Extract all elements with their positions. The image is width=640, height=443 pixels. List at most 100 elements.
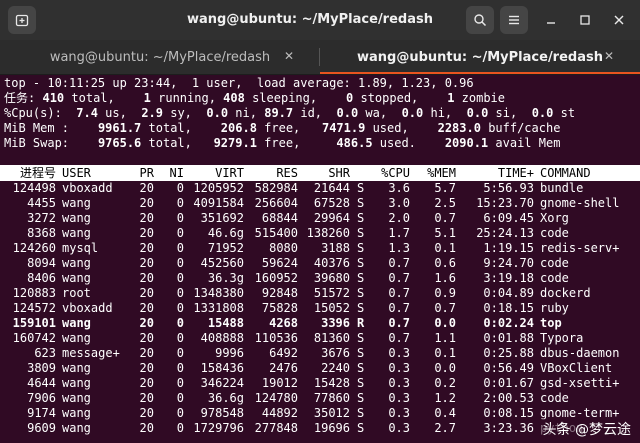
cell-shr: 40376 bbox=[313, 256, 350, 270]
table-row[interactable]: 120883 root 20 0 1348380 92848 51572 S 0.7 0.9 0:0… bbox=[0, 286, 640, 301]
tab-close-icon[interactable]: ✕ bbox=[284, 49, 294, 63]
header-shr[interactable]: SHR bbox=[300, 165, 350, 181]
menu-button[interactable] bbox=[500, 6, 528, 34]
cell-pid: 8368 bbox=[27, 226, 56, 240]
header-ni[interactable]: NI bbox=[160, 165, 184, 181]
cell-mem: 0.9 bbox=[434, 286, 456, 300]
cell-ni: 0 bbox=[176, 361, 184, 375]
table-row[interactable]: 124572 vboxadd 20 0 1331808 75828 15052 S 0.7 0.7… bbox=[0, 301, 640, 316]
terminal-output[interactable]: top - 10:11:25 up 23:44, 1 user, load av… bbox=[0, 75, 640, 443]
cell-mem: 5.7 bbox=[434, 181, 456, 195]
swap-label: MiB Swap: bbox=[4, 136, 70, 150]
cell-pid: 3809 bbox=[27, 361, 56, 375]
cell-virt: 46.6g bbox=[207, 226, 244, 240]
cpu-wa: 0.0 bbox=[336, 106, 359, 120]
cell-mem: 0.2 bbox=[434, 376, 456, 390]
tab-close-icon[interactable]: ✕ bbox=[604, 49, 614, 63]
cpu-id-label: id, bbox=[300, 106, 323, 120]
table-row[interactable]: 124260 mysql 20 0 71952 8080 3188 S 1.3 0.1 1:19.1… bbox=[0, 241, 640, 256]
cell-cmd: VBoxClient bbox=[540, 361, 613, 375]
new-tab-button[interactable] bbox=[8, 6, 36, 34]
search-button[interactable] bbox=[466, 6, 494, 34]
cpu-line: %Cpu(s): 7.4 us, 2.9 sy, 0.0 ni, 89.7 id… bbox=[4, 106, 575, 121]
header-command[interactable]: COMMAND bbox=[540, 165, 640, 181]
table-row[interactable]: 7906 wang 20 0 36.6g 124780 77860 S 0.3 1.2 2:00.5… bbox=[0, 391, 640, 406]
new-tab-icon bbox=[15, 14, 29, 27]
cell-time: 0:02.24 bbox=[483, 316, 534, 330]
cell-shr: 21644 bbox=[313, 181, 350, 195]
maximize-button[interactable] bbox=[576, 11, 594, 29]
cell-virt: 36.6g bbox=[207, 391, 244, 405]
cell-virt: 1331808 bbox=[193, 301, 244, 315]
table-row[interactable]: 3272 wang 20 0 351692 68844 29964 S 2.0 0.7 6:09.4… bbox=[0, 211, 640, 226]
cell-ni: 0 bbox=[176, 421, 184, 435]
swap-used-label: used. bbox=[379, 136, 416, 150]
cell-mem: 0.0 bbox=[434, 316, 456, 330]
cell-pr: 20 bbox=[139, 226, 154, 240]
tasks-stopped-label: stopped, bbox=[360, 91, 419, 105]
header-cpu[interactable]: %CPU bbox=[370, 165, 410, 181]
cell-cpu: 0.3 bbox=[388, 406, 410, 420]
cell-cmd: code bbox=[540, 391, 569, 405]
table-row[interactable]: 159101 wang 20 0 15488 4268 3396 R 0.7 0.0 0:02.24… bbox=[0, 316, 640, 331]
cell-ni: 0 bbox=[176, 391, 184, 405]
cell-shr: 39680 bbox=[313, 271, 350, 285]
process-table-header: 进程号 USER PR NI VIRT RES SHR %CPU %MEM TI… bbox=[0, 165, 640, 181]
mem-free: 206.8 bbox=[220, 121, 257, 135]
cell-shr: 15428 bbox=[313, 376, 350, 390]
cell-mem: 1.6 bbox=[434, 271, 456, 285]
table-row[interactable]: 8406 wang 20 0 36.3g 160952 39680 S 0.7 1.6 3:19.1… bbox=[0, 271, 640, 286]
cell-res: 44892 bbox=[261, 406, 298, 420]
table-row[interactable]: 8094 wang 20 0 452560 59624 40376 S 0.7 0.6 9:24.7… bbox=[0, 256, 640, 271]
cell-ni: 0 bbox=[176, 196, 184, 210]
table-row[interactable]: 160742 wang 20 0 408888 110536 81360 S 0.7 1.1 0:0… bbox=[0, 331, 640, 346]
table-row[interactable]: 623 message+ 20 0 9996 6492 3676 S 0.3 0.1 0:25.88… bbox=[0, 346, 640, 361]
cell-shr: 51572 bbox=[313, 286, 350, 300]
cell-cpu: 1.7 bbox=[388, 226, 410, 240]
cell-cpu: 0.3 bbox=[388, 376, 410, 390]
close-window-button[interactable] bbox=[610, 11, 628, 29]
cell-s: S bbox=[357, 286, 365, 300]
cell-shr: 77860 bbox=[313, 391, 350, 405]
cell-cpu: 0.7 bbox=[388, 286, 410, 300]
cell-mem: 0.6 bbox=[434, 256, 456, 270]
header-res[interactable]: RES bbox=[248, 165, 298, 181]
tab-terminal-1[interactable]: wang@ubuntu: ~/MyPlace/redash ✕ bbox=[0, 40, 320, 74]
header-time[interactable]: TIME+ bbox=[456, 165, 534, 181]
table-row[interactable]: 3809 wang 20 0 158436 2476 2240 S 0.3 0.0 0:56.49 V… bbox=[0, 361, 640, 376]
header-pid[interactable]: 进程号 bbox=[0, 165, 56, 181]
cell-res: 19012 bbox=[261, 376, 298, 390]
cell-s: S bbox=[357, 346, 365, 360]
minimize-button[interactable] bbox=[542, 11, 560, 29]
table-row[interactable]: 124498 vboxadd 20 0 1205952 582984 21644 S 3.6 5.… bbox=[0, 181, 640, 196]
cell-s: S bbox=[357, 421, 365, 435]
cell-res: 160952 bbox=[254, 271, 298, 285]
swap-avail-label: avail Mem bbox=[495, 136, 561, 150]
cell-pr: 20 bbox=[139, 331, 154, 345]
header-mem[interactable]: %MEM bbox=[420, 165, 456, 181]
tasks-running: 1 bbox=[143, 91, 151, 105]
table-row[interactable]: 4455 wang 20 0 4091584 256604 67528 S 3.0 2.5 15:2… bbox=[0, 196, 640, 211]
mem-used: 7471.9 bbox=[321, 121, 366, 135]
cell-shr: 35012 bbox=[313, 406, 350, 420]
header-virt[interactable]: VIRT bbox=[188, 165, 244, 181]
cell-virt: 1205952 bbox=[193, 181, 244, 195]
tab-terminal-2-active[interactable]: wang@ubuntu: ~/MyPlace/redash ✕ bbox=[320, 40, 640, 74]
cell-time: 0:01.88 bbox=[483, 331, 534, 345]
cell-cpu: 0.7 bbox=[388, 316, 410, 330]
cell-res: 515400 bbox=[254, 226, 298, 240]
mem-label: MiB Mem : bbox=[4, 121, 70, 135]
cell-s: S bbox=[357, 226, 365, 240]
cell-virt: 452560 bbox=[200, 256, 244, 270]
header-pr[interactable]: PR bbox=[120, 165, 154, 181]
swap-free: 9279.1 bbox=[213, 136, 257, 150]
terminal-window: wang@ubuntu: ~/MyPlace/redash wang@ubunt… bbox=[0, 0, 640, 443]
table-row[interactable]: 8368 wang 20 0 46.6g 515400 138260 S 1.7 5.1 25:24… bbox=[0, 226, 640, 241]
mem-free-label: free, bbox=[264, 121, 301, 135]
cell-cmd: bundle bbox=[540, 181, 584, 195]
cell-cmd: dbus-daemon bbox=[540, 346, 620, 360]
cell-pr: 20 bbox=[139, 346, 154, 360]
cpu-ni-label: ni, bbox=[235, 106, 257, 120]
table-row[interactable]: 4644 wang 20 0 346224 19012 15428 S 0.3 0.2 0:01.6… bbox=[0, 376, 640, 391]
cell-ni: 0 bbox=[176, 346, 184, 360]
